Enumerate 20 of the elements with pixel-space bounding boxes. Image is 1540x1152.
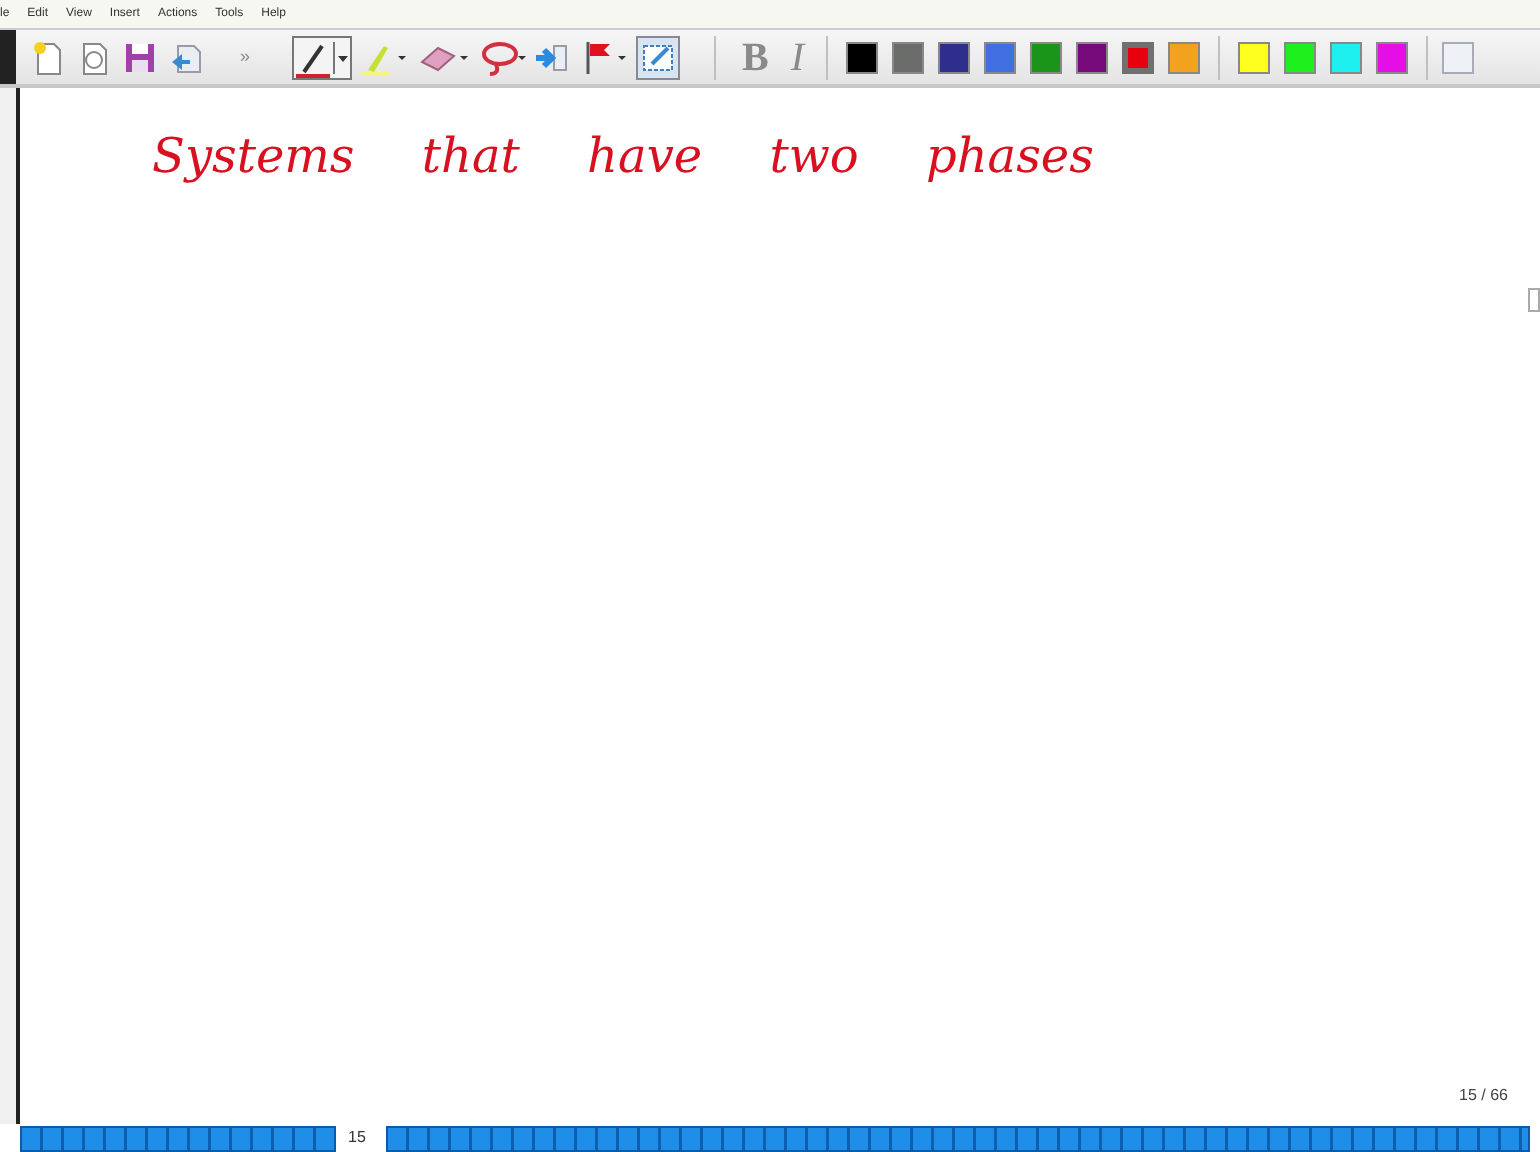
color-swatch[interactable] bbox=[984, 41, 1017, 73]
scroll-tab[interactable] bbox=[1528, 288, 1540, 312]
color-swatch[interactable] bbox=[938, 41, 971, 73]
color-swatch[interactable] bbox=[1122, 41, 1155, 73]
page-strip[interactable] bbox=[20, 1125, 336, 1151]
color-swatch[interactable] bbox=[846, 41, 879, 73]
window-edge bbox=[0, 30, 16, 84]
color-swatch[interactable] bbox=[1376, 41, 1409, 73]
color-swatch[interactable] bbox=[1238, 41, 1271, 73]
custom-color-button[interactable] bbox=[1442, 41, 1475, 73]
current-page-label: 15 bbox=[346, 1126, 368, 1150]
color-swatch[interactable] bbox=[1330, 41, 1363, 73]
color-swatch[interactable] bbox=[1284, 41, 1317, 73]
color-swatch[interactable] bbox=[1030, 41, 1063, 73]
color-swatch[interactable] bbox=[892, 41, 925, 73]
color-swatch[interactable] bbox=[1076, 41, 1109, 73]
handwritten-note: Systems that have two phases bbox=[152, 126, 1094, 188]
color-swatch[interactable] bbox=[1168, 41, 1201, 73]
page-strip[interactable] bbox=[385, 1125, 1530, 1151]
page-number: 15 / 66 bbox=[1459, 1084, 1508, 1108]
